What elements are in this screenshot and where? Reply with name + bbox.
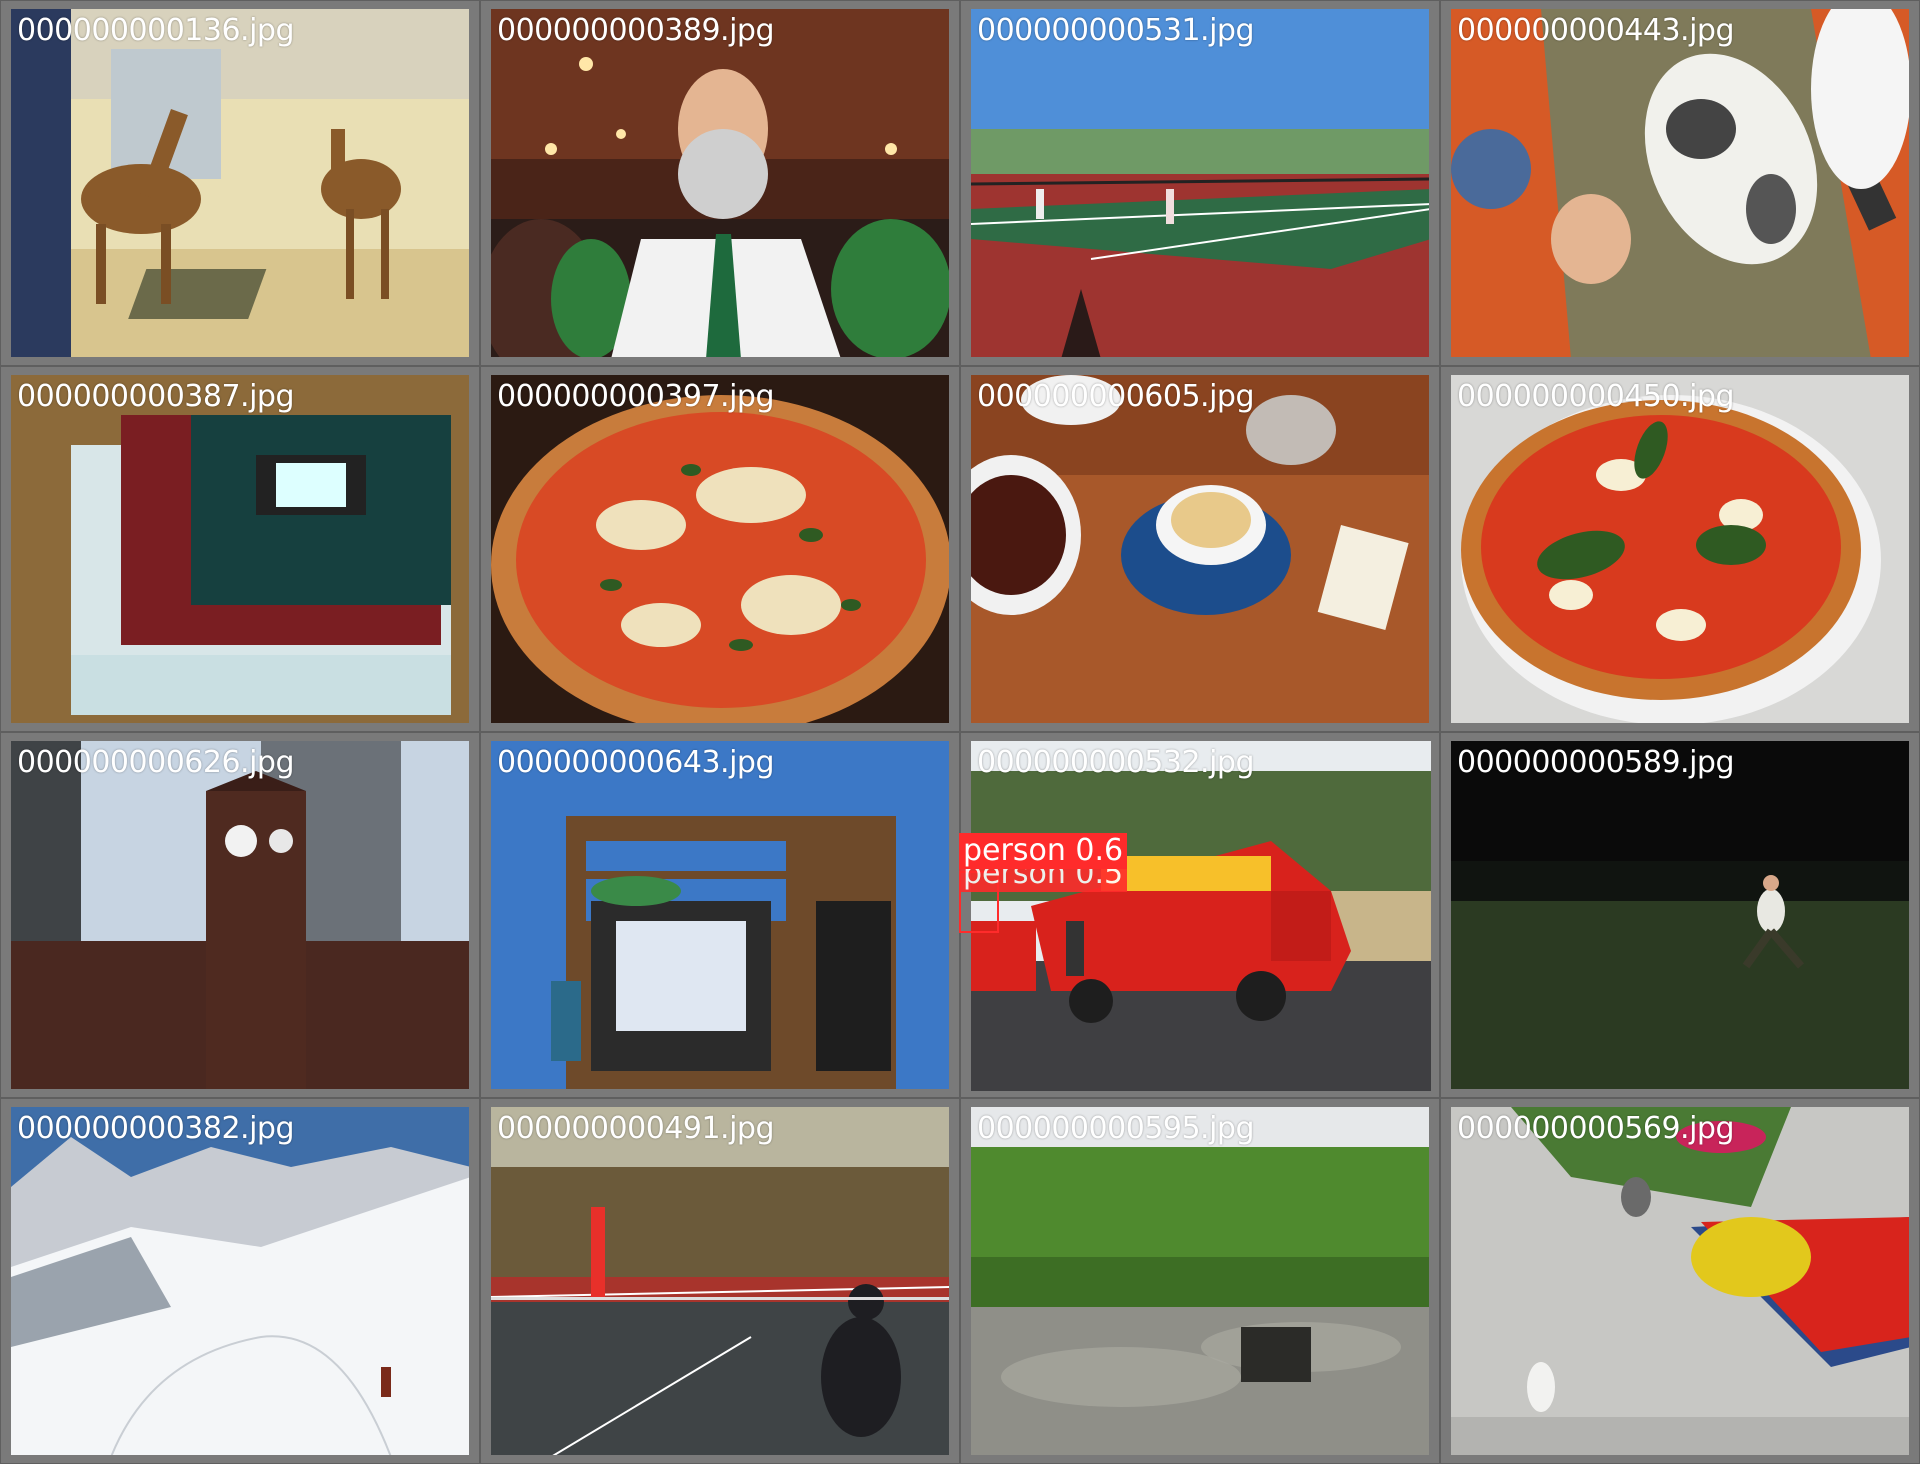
photo-thumbnail[interactable]: 000000000389.jpg: [491, 9, 949, 357]
photo-thumbnail[interactable]: 000000000136.jpg: [11, 9, 469, 357]
image-filename-label: 000000000531.jpg: [977, 13, 1255, 48]
grid-cell[interactable]: 000000000605.jpg: [960, 366, 1440, 732]
photo-ski-slope: [11, 1107, 469, 1455]
image-filename-label: 000000000387.jpg: [17, 379, 295, 414]
grid-cell[interactable]: 000000000626.jpg: [0, 732, 480, 1098]
photo-red-bus: [971, 741, 1431, 1091]
photo-thumbnail[interactable]: 000000000450.jpg: [1451, 375, 1909, 723]
grid-cell[interactable]: 000000000589.jpg: [1440, 732, 1920, 1098]
photo-coffee: [971, 375, 1429, 723]
photo-thumbnail[interactable]: 000000000387.jpg: [11, 375, 469, 723]
photo-thumbnail[interactable]: 000000000382.jpg: [11, 1107, 469, 1455]
photo-computer-desk: [491, 741, 949, 1089]
image-filename-label: 000000000443.jpg: [1457, 13, 1735, 48]
image-filename-label: 000000000397.jpg: [497, 379, 775, 414]
photo-bearded-man: [491, 9, 949, 357]
grid-cell[interactable]: 000000000569.jpg: [1440, 1098, 1920, 1464]
image-filename-label: 000000000626.jpg: [17, 745, 295, 780]
grid-cell[interactable]: 000000000389.jpg: [480, 0, 960, 366]
photo-thumbnail[interactable]: person 0.5 person 0.6 000000000532.jpg: [959, 741, 1431, 1091]
photo-thumbnail[interactable]: 000000000643.jpg: [491, 741, 949, 1089]
grid-cell[interactable]: 000000000382.jpg: [0, 1098, 480, 1464]
image-filename-label: 000000000595.jpg: [977, 1111, 1255, 1146]
photo-thumbnail[interactable]: 000000000589.jpg: [1451, 741, 1909, 1089]
grid-cell[interactable]: 000000000450.jpg: [1440, 366, 1920, 732]
photo-laptop: [11, 375, 469, 723]
grid-cell[interactable]: 000000000531.jpg: [960, 0, 1440, 366]
photo-thumbnail[interactable]: 000000000531.jpg: [971, 9, 1429, 357]
photo-thumbnail[interactable]: 000000000443.jpg: [1451, 9, 1909, 357]
image-filename-label: 000000000382.jpg: [17, 1111, 295, 1146]
image-filename-label: 000000000643.jpg: [497, 745, 775, 780]
photo-thumbnail[interactable]: 000000000397.jpg: [491, 375, 949, 723]
photo-thumbnail[interactable]: 000000000491.jpg: [491, 1107, 949, 1455]
image-filename-label: 000000000589.jpg: [1457, 745, 1735, 780]
photo-cat-lap: [1451, 9, 1909, 357]
photo-night-field: [1451, 741, 1909, 1089]
grid-cell[interactable]: 000000000397.jpg: [480, 366, 960, 732]
grid-cell[interactable]: 000000000491.jpg: [480, 1098, 960, 1464]
photo-kite-plaza: [1451, 1107, 1909, 1455]
photo-thumbnail[interactable]: 000000000569.jpg: [1451, 1107, 1909, 1455]
grid-cell[interactable]: 000000000136.jpg: [0, 0, 480, 366]
photo-thumbnail[interactable]: 000000000605.jpg: [971, 375, 1429, 723]
photo-thumbnail[interactable]: 000000000626.jpg: [11, 741, 469, 1089]
grid-cell[interactable]: person 0.5 person 0.6 000000000532.jpg: [959, 732, 1440, 1098]
grid-cell[interactable]: 000000000443.jpg: [1440, 0, 1920, 366]
photo-river-tv: [971, 1107, 1429, 1455]
photo-tennis-cage: [491, 1107, 949, 1455]
image-filename-label: 000000000532.jpg: [977, 745, 1255, 780]
image-filename-label: 000000000136.jpg: [17, 13, 295, 48]
image-filename-label: 000000000491.jpg: [497, 1111, 775, 1146]
grid-cell[interactable]: 000000000595.jpg: [960, 1098, 1440, 1464]
image-filename-label: 000000000605.jpg: [977, 379, 1255, 414]
photo-tennis-court: [971, 9, 1429, 357]
grid-cell[interactable]: 000000000387.jpg: [0, 366, 480, 732]
photo-margherita: [1451, 375, 1909, 723]
image-filename-label: 000000000450.jpg: [1457, 379, 1735, 414]
detection-label: person 0.6: [959, 833, 1128, 869]
photo-pizza: [491, 375, 949, 723]
photo-giraffes: [11, 9, 469, 357]
grid-cell[interactable]: 000000000643.jpg: [480, 732, 960, 1098]
photo-clock-tower: [11, 741, 469, 1089]
photo-thumbnail[interactable]: 000000000595.jpg: [971, 1107, 1429, 1455]
image-grid: 000000000136.jpg 000000000389.jpg 000000…: [0, 0, 1920, 1464]
image-filename-label: 000000000389.jpg: [497, 13, 775, 48]
image-filename-label: 000000000569.jpg: [1457, 1111, 1735, 1146]
